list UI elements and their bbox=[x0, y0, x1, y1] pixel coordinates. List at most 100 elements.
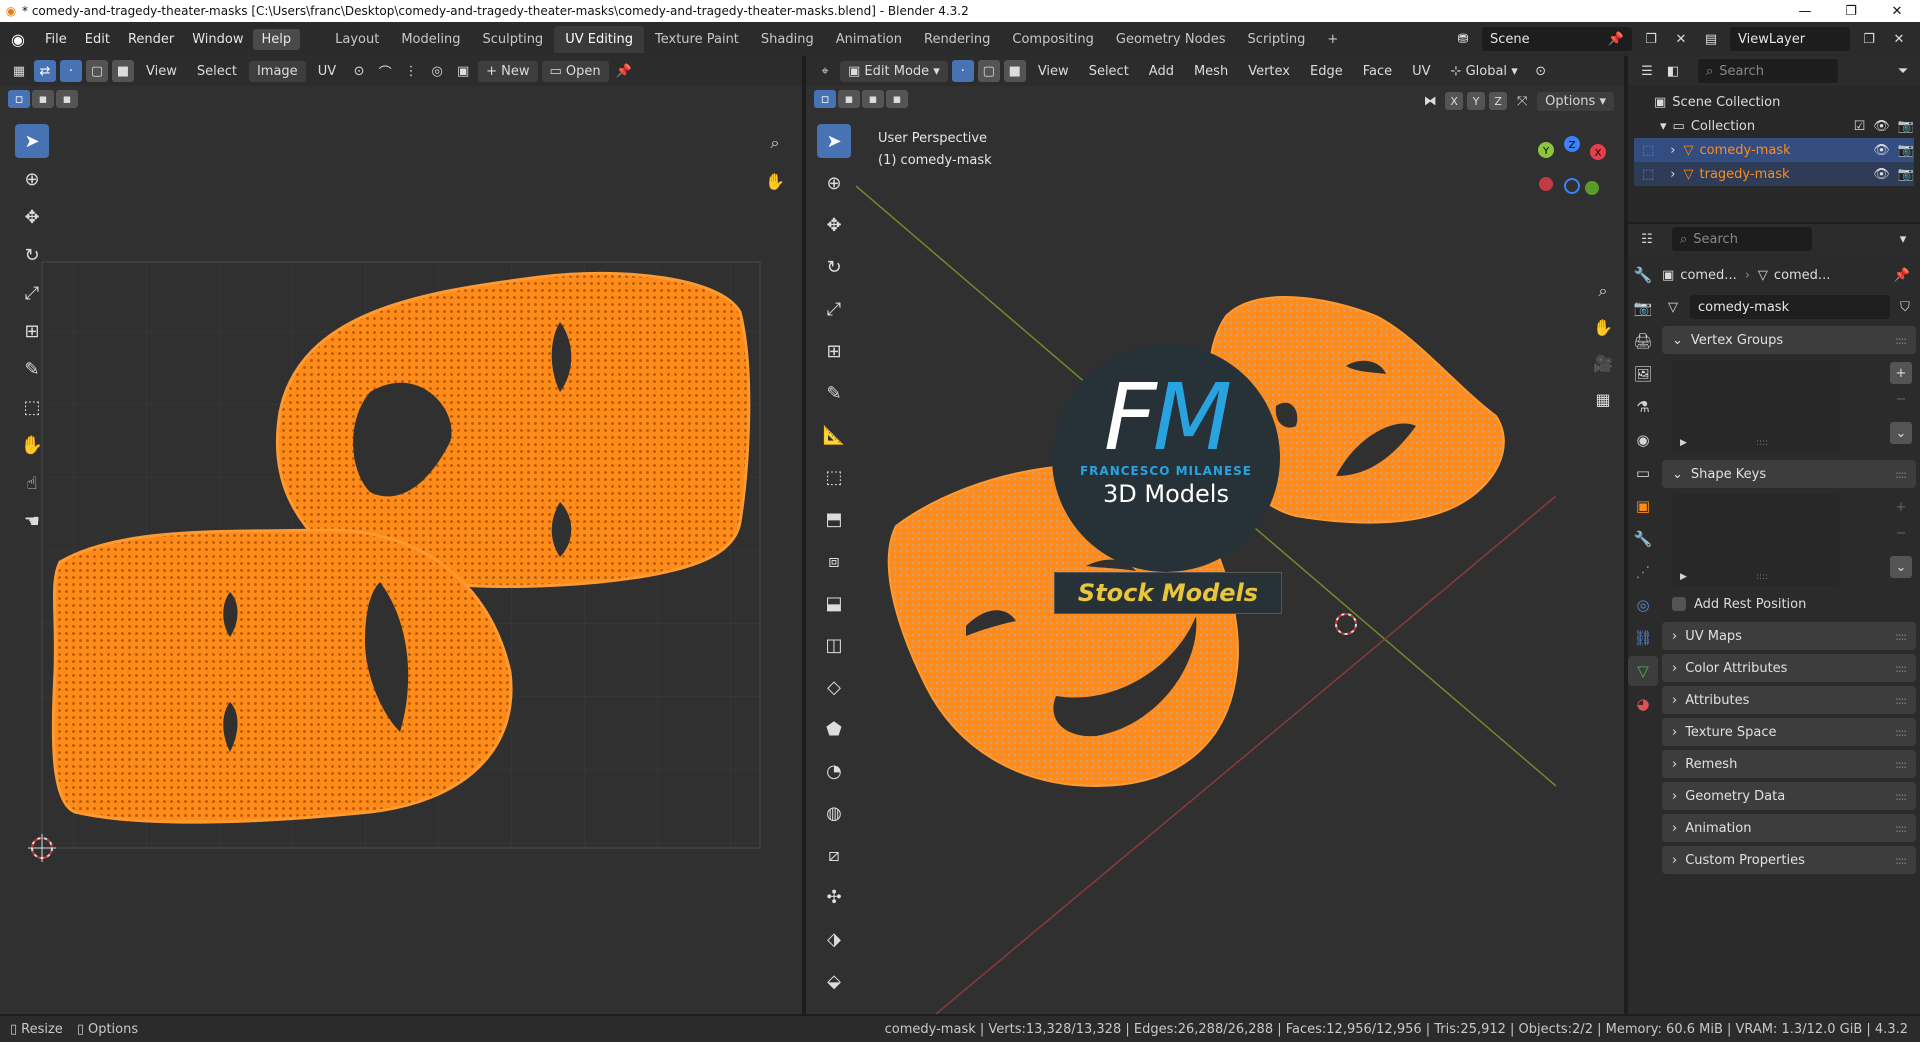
filter-icon[interactable]: ⏷ bbox=[1892, 60, 1914, 82]
drag-handle-icon[interactable]: :::: bbox=[1895, 468, 1907, 481]
pivot-icon[interactable]: ⊙ bbox=[348, 60, 370, 82]
options-dropdown[interactable]: Options ▾ bbox=[1537, 91, 1614, 111]
vp-scale-tool-icon[interactable]: ⤢ bbox=[817, 292, 851, 326]
vp-zoom-icon[interactable]: ⌕ bbox=[1590, 278, 1616, 304]
geometry-data-panel[interactable]: › Geometry Data :::: bbox=[1662, 782, 1916, 810]
uv-menu-select[interactable]: Select bbox=[189, 61, 245, 82]
face-mode-icon[interactable]: ■ bbox=[1003, 60, 1026, 82]
remesh-panel[interactable]: › Remesh :::: bbox=[1662, 750, 1916, 778]
delete-view-layer-icon[interactable]: ✕ bbox=[1888, 28, 1910, 50]
world-tab-icon[interactable]: ◉ bbox=[1628, 425, 1658, 455]
vp-annotate-tool-icon[interactable]: ✎ bbox=[817, 376, 851, 410]
scene-selector[interactable]: Scene 📌 bbox=[1482, 27, 1632, 51]
tab-layout[interactable]: Layout bbox=[324, 26, 390, 53]
physics-tab-icon[interactable]: ◎ bbox=[1628, 590, 1658, 620]
inset-tool-icon[interactable]: ⧈ bbox=[817, 544, 851, 578]
pivot-point-icon[interactable]: ⊙ bbox=[1530, 60, 1552, 82]
scene-tab-icon[interactable]: ⚗ bbox=[1628, 392, 1658, 422]
scene-icon[interactable]: ⛃ bbox=[1452, 28, 1474, 50]
vp-menu-add[interactable]: Add bbox=[1141, 61, 1182, 82]
menu-edit[interactable]: Edit bbox=[76, 32, 119, 47]
add-cube-tool-icon[interactable]: ⬚ bbox=[817, 460, 851, 494]
add-rest-position-row[interactable]: Add Rest Position bbox=[1662, 590, 1916, 618]
blender-menu-icon[interactable]: ◉ bbox=[0, 30, 36, 49]
tab-shading[interactable]: Shading bbox=[750, 26, 825, 53]
ortho-toggle-icon[interactable]: ▦ bbox=[1590, 386, 1616, 412]
output-tab-icon[interactable]: 🖨 bbox=[1628, 326, 1658, 356]
3d-viewport[interactable]: ⌖ ▣ Edit Mode ▾ · ▢ ■ View Select Add Me… bbox=[806, 56, 1624, 1014]
edit-mode-icon[interactable]: ⬚ bbox=[1642, 143, 1654, 158]
vp-select-invert-icon[interactable]: ▪ bbox=[886, 90, 908, 108]
vp-move-tool-icon[interactable]: ✥ bbox=[817, 208, 851, 242]
tab-scripting[interactable]: Scripting bbox=[1237, 26, 1317, 53]
proportional-icon[interactable]: ◎ bbox=[426, 60, 448, 82]
minimize-button[interactable]: — bbox=[1782, 4, 1828, 19]
loop-cut-tool-icon[interactable]: ◫ bbox=[817, 628, 851, 662]
pin-properties-icon[interactable]: 📌 bbox=[1894, 268, 1910, 283]
constraints-tab-icon[interactable]: ⛓ bbox=[1628, 623, 1658, 653]
scene-collection-row[interactable]: ▣ Scene Collection bbox=[1634, 90, 1914, 114]
menu-window[interactable]: Window bbox=[183, 32, 252, 47]
properties-options-icon[interactable]: ▾ bbox=[1892, 228, 1914, 250]
maximize-button[interactable]: ❐ bbox=[1828, 4, 1874, 19]
add-workspace-button[interactable]: + bbox=[1316, 26, 1349, 53]
vp-measure-tool-icon[interactable]: 📐 bbox=[817, 418, 851, 452]
collection-render-icon[interactable]: 📷 bbox=[1898, 119, 1914, 134]
viewport-editor-type-icon[interactable]: ⌖ bbox=[814, 60, 836, 82]
drag-handle-icon[interactable]: :::: bbox=[1895, 334, 1907, 347]
list-expand-icon[interactable]: ▶ bbox=[1680, 572, 1687, 582]
bevel-tool-icon[interactable]: ⬓ bbox=[817, 586, 851, 620]
add-vertex-group-button[interactable]: + bbox=[1890, 362, 1912, 384]
collection-row[interactable]: ▾ ▭ Collection ☑ 👁 📷 bbox=[1634, 114, 1914, 138]
tab-modeling[interactable]: Modeling bbox=[390, 26, 471, 53]
edge-mode-icon[interactable]: ▢ bbox=[977, 60, 1000, 82]
auto-merge-icon[interactable]: ⤧ bbox=[1511, 90, 1533, 112]
vp-menu-select[interactable]: Select bbox=[1081, 61, 1137, 82]
add-rest-position-checkbox[interactable] bbox=[1672, 597, 1686, 611]
render-icon[interactable]: 📷 bbox=[1898, 167, 1914, 182]
list-resize-icon[interactable]: :::: bbox=[1756, 572, 1768, 582]
vp-menu-uv[interactable]: UV bbox=[1404, 61, 1438, 82]
drag-handle-icon[interactable]: :::: bbox=[1895, 790, 1907, 803]
extrude-tool-icon[interactable]: ⬒ bbox=[817, 502, 851, 536]
select-new-icon[interactable]: ▫ bbox=[8, 90, 30, 108]
delete-scene-icon[interactable]: ✕ bbox=[1670, 28, 1692, 50]
drag-handle-icon[interactable]: :::: bbox=[1895, 662, 1907, 675]
vertex-select-icon[interactable]: · bbox=[60, 60, 82, 82]
particles-tab-icon[interactable]: ⋰ bbox=[1628, 557, 1658, 587]
new-view-layer-icon[interactable]: ❐ bbox=[1858, 28, 1880, 50]
poly-build-tool-icon[interactable]: ⬟ bbox=[817, 712, 851, 746]
mode-selector[interactable]: ▣ Edit Mode ▾ bbox=[840, 60, 948, 82]
pin-image-icon[interactable]: 📌 bbox=[613, 60, 635, 82]
render-icon[interactable]: 📷 bbox=[1898, 143, 1914, 158]
uv-menu-image[interactable]: Image bbox=[248, 60, 306, 82]
shear-tool-icon[interactable]: ⬗ bbox=[817, 922, 851, 956]
tool-tab-icon[interactable]: 🔧 bbox=[1628, 260, 1658, 290]
vp-menu-mesh[interactable]: Mesh bbox=[1186, 61, 1236, 82]
collection-visibility-icon[interactable]: 👁 bbox=[1873, 119, 1890, 134]
collection-checkbox-icon[interactable]: ☑ bbox=[1854, 119, 1866, 134]
vp-rotate-tool-icon[interactable]: ↻ bbox=[817, 250, 851, 284]
tab-uv-editing[interactable]: UV Editing bbox=[554, 25, 645, 53]
open-image-button[interactable]: ▭ Open bbox=[541, 60, 609, 82]
vp-select-subtract-icon[interactable]: ▪ bbox=[862, 90, 884, 108]
image-browse-icon[interactable]: ▣ bbox=[452, 60, 474, 82]
select-extend-icon[interactable]: ▪ bbox=[32, 90, 54, 108]
properties-type-icon[interactable]: ☷ bbox=[1636, 228, 1658, 250]
fake-user-icon[interactable]: ⛉ bbox=[1894, 296, 1916, 318]
uv-island-tragedy[interactable] bbox=[51, 528, 513, 824]
uv-sync-icon[interactable]: ⇄ bbox=[34, 60, 56, 82]
collection-expand-icon[interactable]: ▾ bbox=[1660, 119, 1667, 134]
tab-sculpting[interactable]: Sculpting bbox=[471, 26, 554, 53]
vp-menu-face[interactable]: Face bbox=[1355, 61, 1400, 82]
vp-select-extend-icon[interactable]: ▪ bbox=[838, 90, 860, 108]
uv-menu-uv[interactable]: UV bbox=[310, 61, 344, 82]
editor-type-icon[interactable]: ▦ bbox=[8, 60, 30, 82]
render-tab-icon[interactable]: 📷 bbox=[1628, 293, 1658, 323]
menu-file[interactable]: File bbox=[36, 32, 76, 47]
outliner-search[interactable]: ⌕ Search bbox=[1698, 59, 1838, 83]
mirror-z-toggle[interactable]: Z bbox=[1489, 92, 1508, 110]
remove-shape-key-button[interactable]: − bbox=[1890, 522, 1912, 544]
outliner-item-comedy-mask[interactable]: ⬚ › ▽ comedy-mask 👁 📷 bbox=[1634, 138, 1914, 162]
tab-texture-paint[interactable]: Texture Paint bbox=[644, 26, 750, 53]
